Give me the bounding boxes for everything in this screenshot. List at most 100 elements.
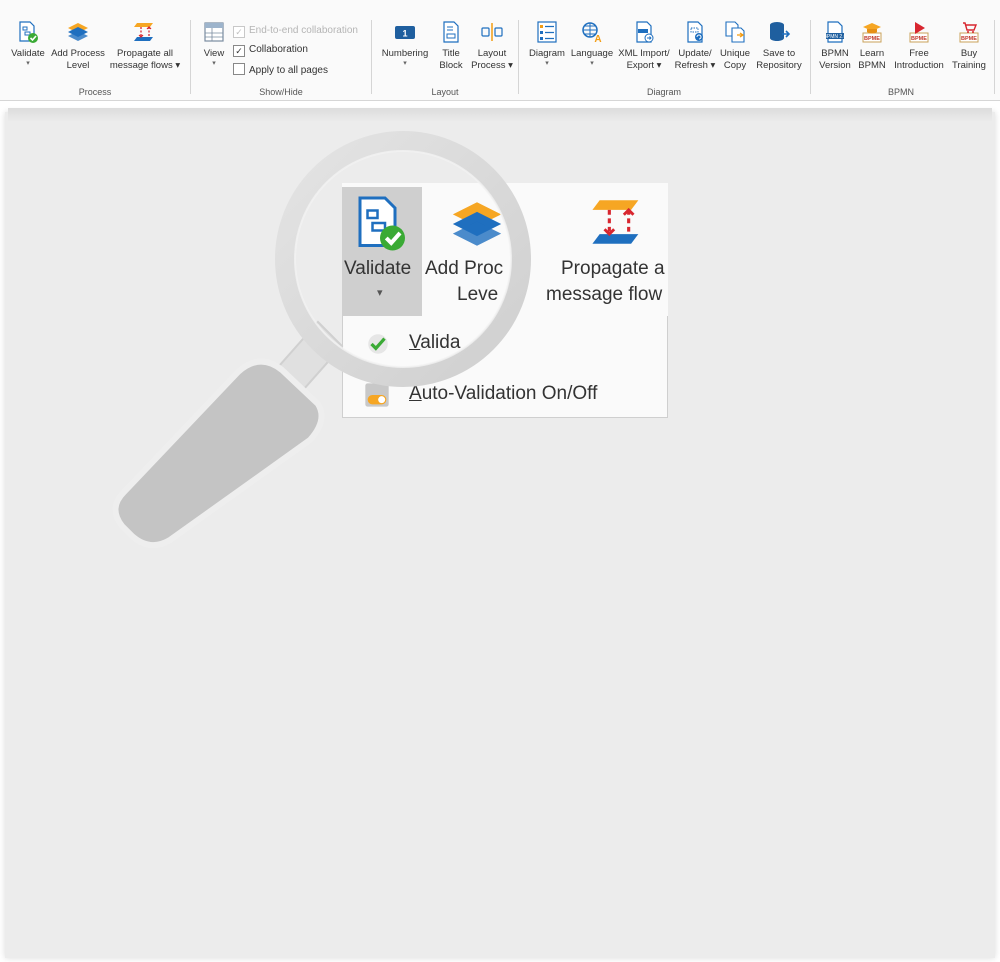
add-process-level-label-2: Level [66, 60, 90, 71]
collaboration-checkbox[interactable]: ✓ Collaboration [233, 43, 308, 57]
validate-dropdown-menu: Valida Auto-Validation On/Off [342, 316, 668, 418]
xml-import-export-label-2: Export ▾ [626, 60, 662, 71]
xml-file-icon [636, 21, 654, 43]
language-button[interactable]: A Language ▾ [569, 20, 615, 68]
learn-bpmn-label-1: Learn [859, 48, 885, 59]
group-label-layout: Layout [431, 87, 459, 97]
free-introduction-label-2: Introduction [894, 60, 944, 71]
update-refresh-button[interactable]: Update/ Refresh ▾ [673, 20, 717, 72]
group-label-process: Process [78, 87, 112, 97]
end-to-end-checkbox[interactable]: ✓ End-to-end collaboration [233, 24, 358, 38]
diagram-button[interactable]: Diagram ▾ [525, 20, 569, 68]
diagram-dropdown-icon[interactable]: ▾ [525, 60, 569, 68]
numbering-icon: 1 [395, 26, 415, 39]
validate-label: Validate [11, 48, 45, 59]
numbering-dropdown-icon[interactable]: ▾ [378, 60, 432, 68]
layout-process-button[interactable]: Layout Process ▾ [470, 20, 514, 72]
globe-language-icon: A [582, 22, 602, 44]
validate-button[interactable]: Validate ▾ [6, 20, 50, 68]
layout-process-label-1: Layout [477, 48, 507, 59]
svg-text:BPME: BPME [864, 36, 880, 42]
group-bpmn: BPMN 2.0 BPMN Version BPME Learn BPMN BP… [811, 0, 991, 100]
buy-training-label-1: Buy [960, 48, 978, 59]
end-to-end-label: End-to-end collaboration [249, 25, 358, 36]
graduation-cap-icon: BPME [862, 23, 882, 43]
group-label-diagram: Diagram [646, 87, 681, 97]
svg-text:BPME: BPME [961, 36, 977, 42]
learn-bpmn-button[interactable]: BPME Learn BPMN [855, 20, 889, 72]
view-label: View [203, 48, 225, 59]
play-video-icon: BPME [909, 22, 929, 43]
bpmn-version-button[interactable]: BPMN 2.0 BPMN Version [817, 20, 853, 72]
svg-text:1: 1 [402, 29, 407, 39]
group-separator [994, 20, 995, 94]
free-introduction-button[interactable]: BPME Free Introduction [891, 20, 947, 72]
title-block-button[interactable]: Title Block [434, 20, 468, 72]
free-introduction-label-1: Free [909, 48, 929, 59]
group-show-hide: View ▾ ✓ End-to-end collaboration ✓ Collab… [191, 0, 371, 100]
layout-process-label-2: Process ▾ [471, 60, 513, 71]
menu-item-auto-validation-label: uto-Validation On/Off [421, 383, 598, 404]
view-button[interactable]: View ▾ [197, 20, 231, 68]
validate-icon [19, 21, 38, 43]
unique-copy-label-2: Copy [723, 60, 747, 71]
add-process-level-label-1: Add Process [51, 48, 105, 59]
diagram-label: Diagram [529, 48, 565, 59]
add-process-level-button[interactable]: Add Process Level [50, 20, 106, 72]
update-refresh-label-2: Refresh ▾ [674, 60, 716, 71]
group-label-show-hide: Show/Hide [259, 87, 303, 97]
unique-copy-icon [725, 21, 745, 43]
zoomed-ribbon-callout: Validate ▾ Add Proc Leve Propagate a mes… [342, 183, 668, 418]
language-dropdown-icon[interactable]: ▾ [569, 60, 615, 68]
title-block-label-2: Block [439, 60, 463, 71]
zoomed-validate-label: Validate [344, 258, 412, 279]
unique-copy-label-1: Unique [719, 48, 751, 59]
zoomed-validate-dropdown-icon[interactable]: ▾ [377, 286, 383, 299]
menu-item-validate-access-key: V [409, 332, 421, 353]
propagate-message-flows-button[interactable]: Propagate all message flows ▾ [106, 20, 184, 72]
bpmn-version-label-2: Version [819, 60, 851, 71]
zoomed-layers-icon [452, 202, 502, 246]
menu-item-auto-validation-access-key: A [409, 383, 422, 404]
check-circle-icon [368, 334, 388, 354]
unique-copy-button[interactable]: Unique Copy [717, 20, 753, 72]
numbering-label: Numbering [381, 48, 429, 59]
xml-import-export-button[interactable]: XML Import/ Export ▾ [615, 20, 673, 72]
group-process: Validate ▾ Add Process Level Propagate a… [0, 0, 190, 100]
layers-icon [68, 23, 88, 41]
collaboration-label: Collaboration [249, 44, 308, 55]
checkbox-checked-icon: ✓ [233, 45, 245, 57]
group-label-bpmn: BPMN [887, 87, 914, 97]
group-layout: 1 Numbering ▾ Title Block Layout Process… [372, 0, 518, 100]
view-icon [204, 22, 224, 42]
validate-dropdown-icon[interactable]: ▾ [6, 60, 50, 68]
svg-text:A: A [594, 34, 601, 44]
menu-item-auto-validation[interactable]: Auto-Validation On/Off [343, 377, 667, 413]
svg-text:BPMN 2.0: BPMN 2.0 [824, 34, 847, 40]
refresh-file-icon [687, 21, 703, 43]
save-to-repository-label-2: Repository [756, 60, 802, 71]
update-refresh-label-1: Update/ [678, 48, 712, 59]
language-label: Language [570, 48, 614, 59]
bpmn-version-label-1: BPMN [821, 48, 849, 59]
zoomed-propagate-label-2: message flow [546, 284, 663, 305]
title-block-icon [443, 21, 459, 43]
learn-bpmn-label-2: BPMN [858, 60, 886, 71]
zoomed-ribbon: Validate ▾ Add Proc Leve Propagate a mes… [342, 183, 668, 316]
zoomed-add-process-label-2: Leve [457, 284, 499, 305]
zoomed-propagate-icon [592, 200, 639, 244]
save-to-repository-label-1: Save to [762, 48, 796, 59]
buy-training-label-2: Training [952, 60, 986, 71]
apply-all-pages-checkbox[interactable]: Apply to all pages [233, 63, 328, 77]
xml-import-export-label-1: XML Import/ [618, 48, 670, 59]
menu-item-validate-label: alida [420, 332, 461, 353]
layout-process-icon [481, 23, 503, 41]
toggle-switch-icon [365, 383, 389, 407]
zoomed-validate-icon [358, 196, 405, 251]
numbering-button[interactable]: 1 Numbering ▾ [378, 20, 432, 68]
view-dropdown-icon[interactable]: ▾ [197, 60, 231, 68]
save-to-repository-button[interactable]: Save to Repository [753, 20, 805, 72]
menu-item-validate[interactable]: Valida [343, 326, 667, 362]
database-save-icon [770, 22, 791, 41]
buy-training-button[interactable]: BPME Buy Training [949, 20, 989, 72]
